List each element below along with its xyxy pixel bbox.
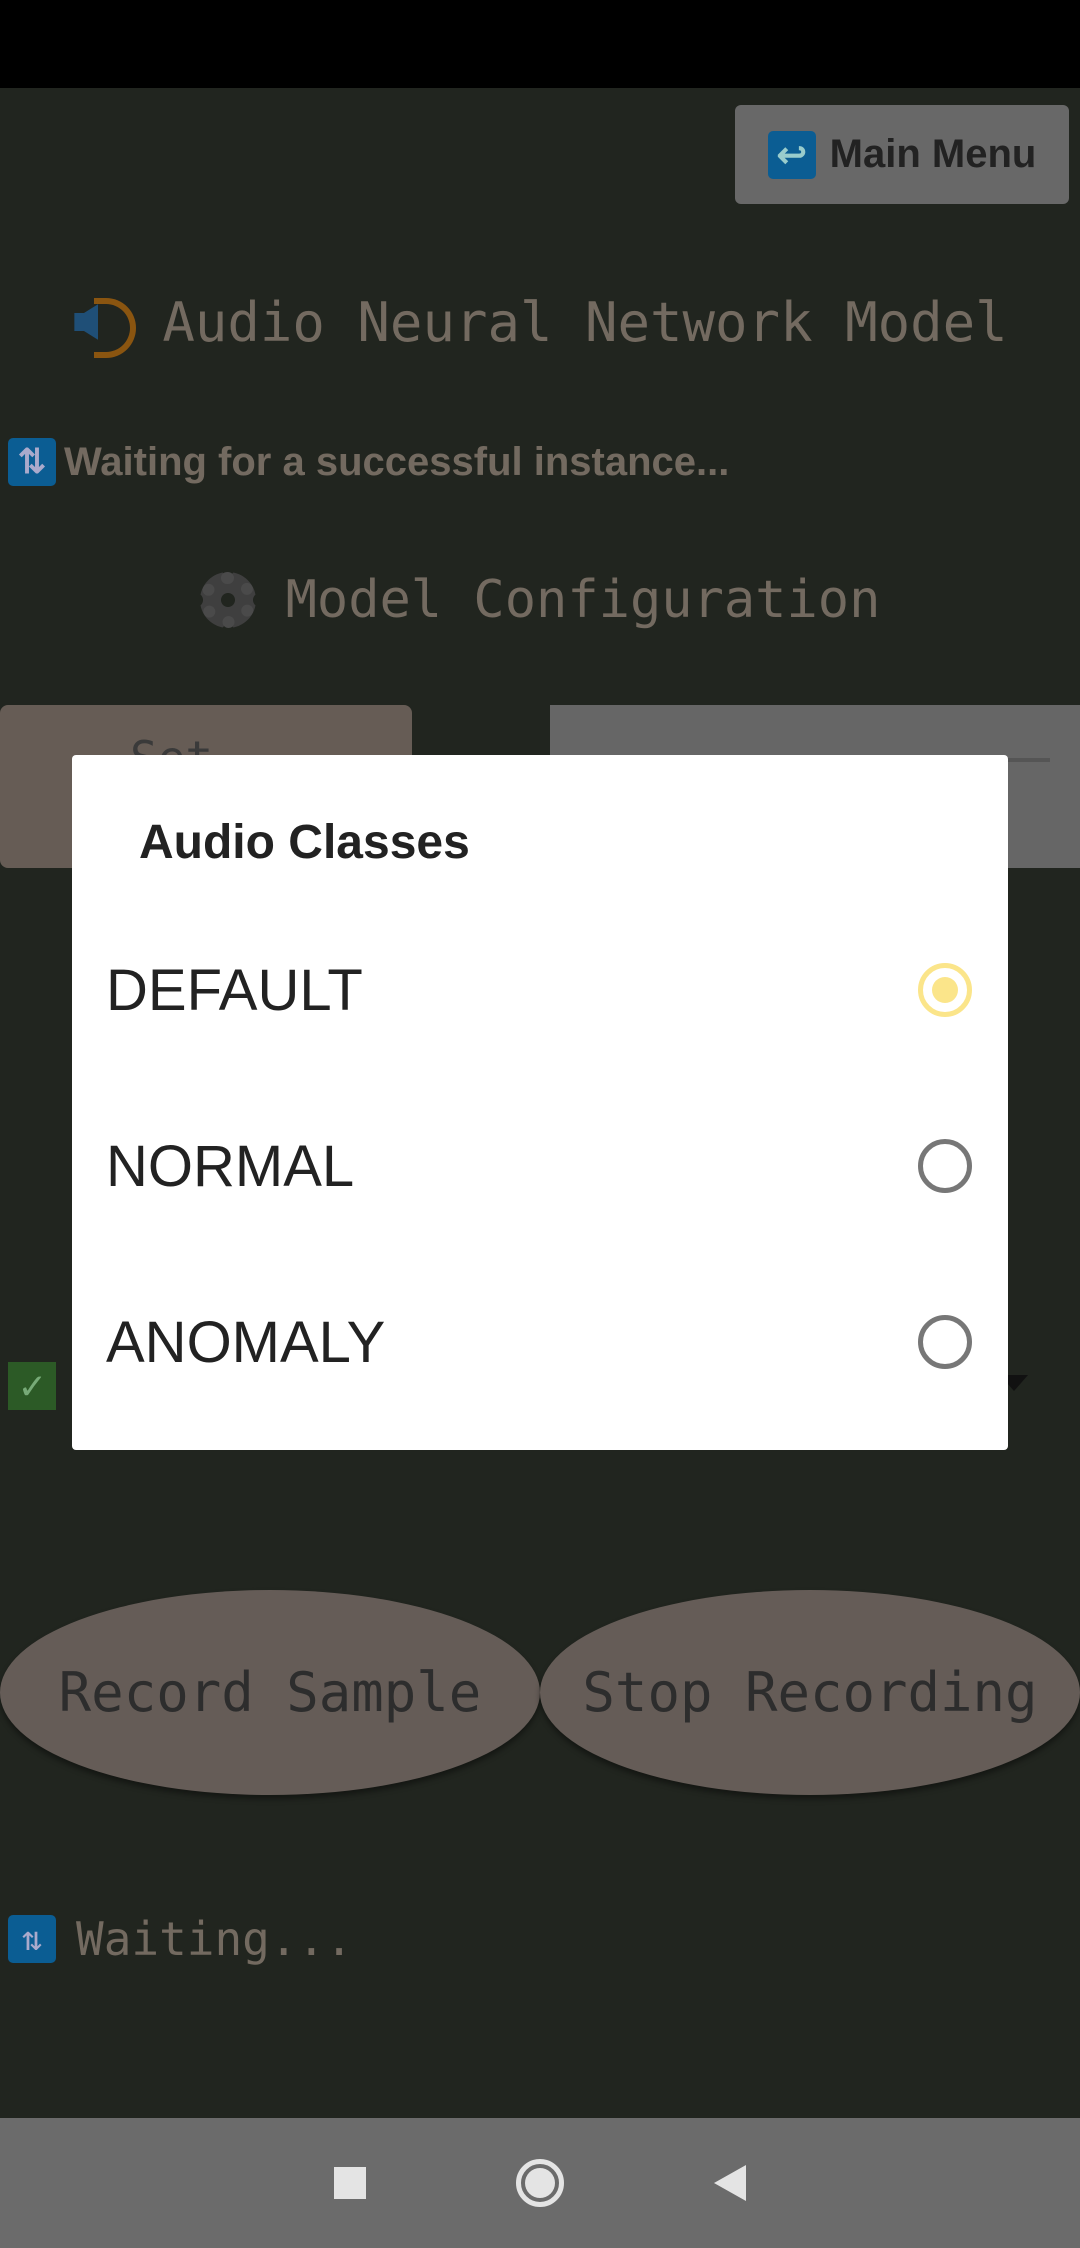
- radio-button-selected[interactable]: [918, 963, 972, 1017]
- main-menu-button[interactable]: ↩ Main Menu: [735, 105, 1069, 204]
- instance-status: ⇅ Waiting for a successful instance...: [8, 438, 729, 486]
- main-menu-label: Main Menu: [829, 132, 1037, 176]
- recording-status: ⇅ Waiting...: [8, 1912, 353, 1966]
- stop-recording-label: Stop Recording: [582, 1661, 1038, 1724]
- dialog-title: Audio Classes: [139, 816, 470, 869]
- option-label: ANOMALY: [106, 1309, 386, 1375]
- option-default[interactable]: DEFAULT: [72, 902, 1008, 1078]
- sync-arrows-icon: ⇅: [8, 438, 56, 486]
- sync-arrows-icon: ⇅: [8, 1915, 56, 1963]
- option-label: DEFAULT: [106, 957, 363, 1023]
- stop-recording-button[interactable]: Stop Recording: [540, 1590, 1080, 1795]
- status-bar: [0, 0, 1080, 88]
- navigation-bar: [0, 2118, 1080, 2248]
- page-title: Audio Neural Network Model: [0, 290, 1080, 358]
- speaker-icon: [72, 290, 137, 358]
- gear-icon: [199, 572, 256, 628]
- option-normal[interactable]: NORMAL: [72, 1078, 1008, 1254]
- radio-button[interactable]: [918, 1315, 972, 1369]
- audio-classes-dialog: Audio Classes DEFAULT NORMAL ANOMALY: [72, 755, 1008, 1450]
- record-sample-label: Record Sample: [58, 1661, 482, 1724]
- check-mark-icon: ✓: [8, 1362, 56, 1410]
- record-sample-button[interactable]: Record Sample: [0, 1590, 540, 1795]
- return-arrow-icon: ↩: [767, 130, 816, 179]
- option-label: NORMAL: [106, 1133, 355, 1199]
- back-icon[interactable]: [714, 2165, 746, 2201]
- section-title: Model Configuration: [0, 570, 1080, 630]
- radio-button[interactable]: [918, 1139, 972, 1193]
- home-icon[interactable]: [516, 2159, 564, 2207]
- instance-status-text: Waiting for a successful instance...: [64, 439, 730, 484]
- page-title-text: Audio Neural Network Model: [162, 290, 1008, 354]
- section-title-text: Model Configuration: [285, 570, 881, 630]
- recents-icon[interactable]: [334, 2167, 366, 2199]
- option-anomaly[interactable]: ANOMALY: [72, 1254, 1008, 1430]
- recording-status-text: Waiting...: [76, 1912, 353, 1966]
